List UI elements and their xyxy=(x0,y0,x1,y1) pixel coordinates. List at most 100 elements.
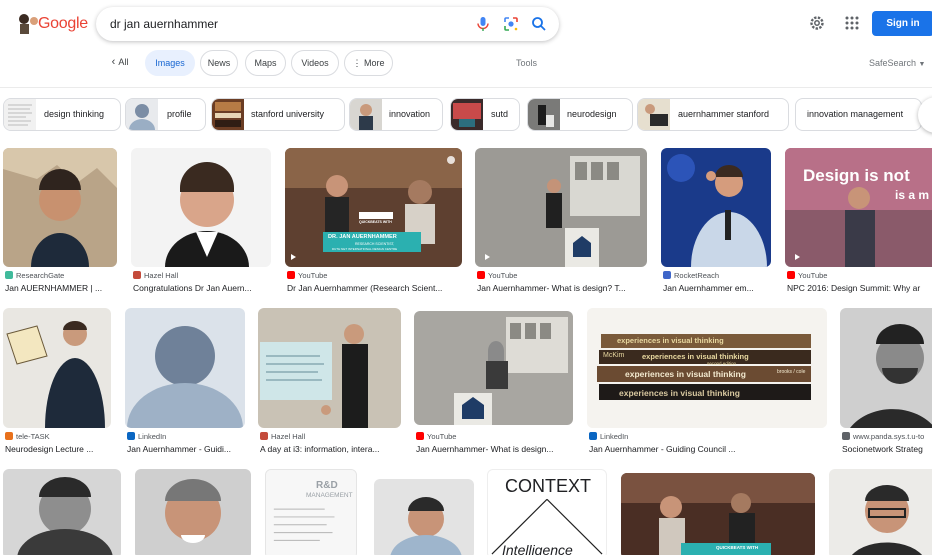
result-image[interactable]: R&D MANAGEMENT xyxy=(265,469,357,555)
mic-icon[interactable] xyxy=(474,15,492,33)
chip-label: design thinking xyxy=(44,109,105,119)
thumb-caption: CONTEXT xyxy=(505,476,592,496)
chips-next-button[interactable] xyxy=(918,97,932,133)
tab-videos[interactable]: Videos xyxy=(291,50,339,76)
safesearch-button[interactable]: SafeSearch ▼ xyxy=(869,58,925,68)
book-author-text: McKim xyxy=(603,352,625,359)
linkedin-favicon-icon xyxy=(589,432,597,440)
search-box[interactable]: dr jan auernhammer xyxy=(96,7,559,41)
safesearch-label: SafeSearch xyxy=(869,58,917,68)
result-image[interactable] xyxy=(125,308,245,428)
header-divider xyxy=(0,87,932,88)
chip-stanford-university[interactable]: stanford university xyxy=(211,98,345,131)
result-source-name: ResearchGate xyxy=(16,271,65,280)
result-image[interactable] xyxy=(374,479,474,555)
result-source: tele-TASK xyxy=(5,432,50,441)
result-title[interactable]: A day at i3: information, intera... xyxy=(260,444,398,454)
book-spine-text: experiences in visual thinking xyxy=(617,336,724,345)
result-title[interactable]: Jan AUERNHAMMER | ... xyxy=(5,283,117,293)
result-image[interactable] xyxy=(414,311,573,425)
youtube-favicon-icon xyxy=(787,271,795,279)
result-source: RocketReach xyxy=(663,271,719,280)
result-source-name: YouTube xyxy=(798,271,828,280)
result-image[interactable] xyxy=(3,148,117,267)
search-tabs: ‹ All Images News Maps Videos ⋮ More xyxy=(0,50,932,78)
chip-thumbnail xyxy=(528,99,560,130)
tab-all[interactable]: ‹ All xyxy=(104,50,136,76)
result-source: YouTube xyxy=(416,432,456,441)
result-title[interactable]: Jan Auernhammer - Guiding Council ... xyxy=(589,444,827,454)
thumb-caption: MANAGEMENT xyxy=(306,492,353,499)
tab-maps[interactable]: Maps xyxy=(245,50,286,76)
result-title[interactable]: Neurodesign Lecture ... xyxy=(5,444,111,454)
chip-label: innovation management xyxy=(807,109,904,119)
google-logo[interactable]: Google xyxy=(14,11,88,35)
chip-thumbnail xyxy=(451,99,483,130)
result-title[interactable]: Dr Jan Auernhammer (Research Scient... xyxy=(287,283,462,293)
result-source-name: tele-TASK xyxy=(16,432,50,441)
result-source: Hazel Hall xyxy=(133,271,178,280)
result-source: www.panda.sys.t.u-to xyxy=(842,432,924,441)
thumb-caption: Design is not xyxy=(803,166,910,185)
result-image[interactable] xyxy=(475,148,647,267)
chip-design-thinking[interactable]: design thinking xyxy=(3,98,121,131)
youtube-favicon-icon xyxy=(287,271,295,279)
result-image[interactable] xyxy=(829,469,932,555)
chip-sutd[interactable]: sutd xyxy=(450,98,520,131)
result-image[interactable] xyxy=(3,469,121,555)
chip-innovation-management[interactable]: innovation management xyxy=(795,98,922,131)
result-image[interactable] xyxy=(840,308,932,428)
result-image[interactable]: CONTEXT Intelligence xyxy=(487,469,607,555)
lens-icon[interactable] xyxy=(502,15,520,33)
thumb-caption: DR. JAN AUERNHAMMER xyxy=(328,234,397,240)
result-image[interactable]: QUICKBEATS WITH DR. JAN AUERNHAMMER RESE… xyxy=(285,148,462,267)
apps-grid-icon[interactable] xyxy=(843,14,861,32)
more-vert-icon: ⋮ xyxy=(352,58,364,68)
hazel-hall-favicon-icon xyxy=(260,432,268,440)
tab-news[interactable]: News xyxy=(200,50,238,76)
result-source: ResearchGate xyxy=(5,271,64,280)
linkedin-favicon-icon xyxy=(127,432,135,440)
result-image[interactable] xyxy=(661,148,771,267)
result-source-name: LinkedIn xyxy=(138,432,167,441)
result-source: YouTube xyxy=(287,271,327,280)
result-title[interactable]: Jan Auernhammer - Guidi... xyxy=(127,444,245,454)
chip-profile[interactable]: profile xyxy=(125,98,206,131)
book-spine-text: experiences in visual thinking xyxy=(642,352,749,361)
result-image[interactable] xyxy=(3,308,111,428)
chip-thumbnail xyxy=(638,99,670,130)
result-source-name: Hazel Hall xyxy=(144,271,179,280)
thumb-caption: RESEARCH SCIENTIST, xyxy=(355,242,395,246)
result-title[interactable]: Jan Auernhammer em... xyxy=(663,283,771,293)
result-title[interactable]: NPC 2016: Design Summit: Why ar xyxy=(787,283,932,293)
result-title[interactable]: Congratulations Dr Jan Auern... xyxy=(133,283,267,293)
tools-button[interactable]: Tools xyxy=(516,58,537,68)
chip-auernhammer-stanford[interactable]: auernhammer stanford xyxy=(637,98,789,131)
thumb-caption: QUICKBEATS WITH xyxy=(716,545,759,550)
result-source-name: LinkedIn xyxy=(600,432,629,441)
result-image[interactable]: QUICKBEATS WITH xyxy=(621,473,815,555)
chevron-right-icon xyxy=(918,97,932,133)
tab-more-label: More xyxy=(364,58,385,68)
tab-images[interactable]: Images xyxy=(145,50,195,76)
result-image[interactable] xyxy=(131,148,271,267)
result-image[interactable] xyxy=(135,469,251,555)
tab-more[interactable]: ⋮ More xyxy=(344,50,393,76)
result-source-name: YouTube xyxy=(427,432,457,441)
result-image[interactable]: experiences in visual thinking McKim exp… xyxy=(587,308,827,428)
researchgate-favicon-icon xyxy=(5,271,13,279)
result-title[interactable]: Jan Auernhammer- What is design? T... xyxy=(477,283,647,293)
result-title[interactable]: Socionetwork Strateg xyxy=(842,444,932,454)
chip-label: stanford university xyxy=(251,109,325,119)
result-image[interactable] xyxy=(258,308,401,428)
gear-icon[interactable] xyxy=(808,14,826,32)
search-icon[interactable] xyxy=(530,15,548,33)
result-title[interactable]: Jan Auernhammer- What is design... xyxy=(416,444,572,454)
chip-neurodesign[interactable]: neurodesign xyxy=(527,98,633,131)
chip-label: innovation xyxy=(389,109,431,119)
result-image[interactable]: Design is not is a m xyxy=(785,148,932,267)
search-query[interactable]: dr jan auernhammer xyxy=(110,17,218,31)
hazel-hall-favicon-icon xyxy=(133,271,141,279)
chip-innovation[interactable]: innovation xyxy=(349,98,443,131)
sign-in-button[interactable]: Sign in xyxy=(872,11,932,36)
